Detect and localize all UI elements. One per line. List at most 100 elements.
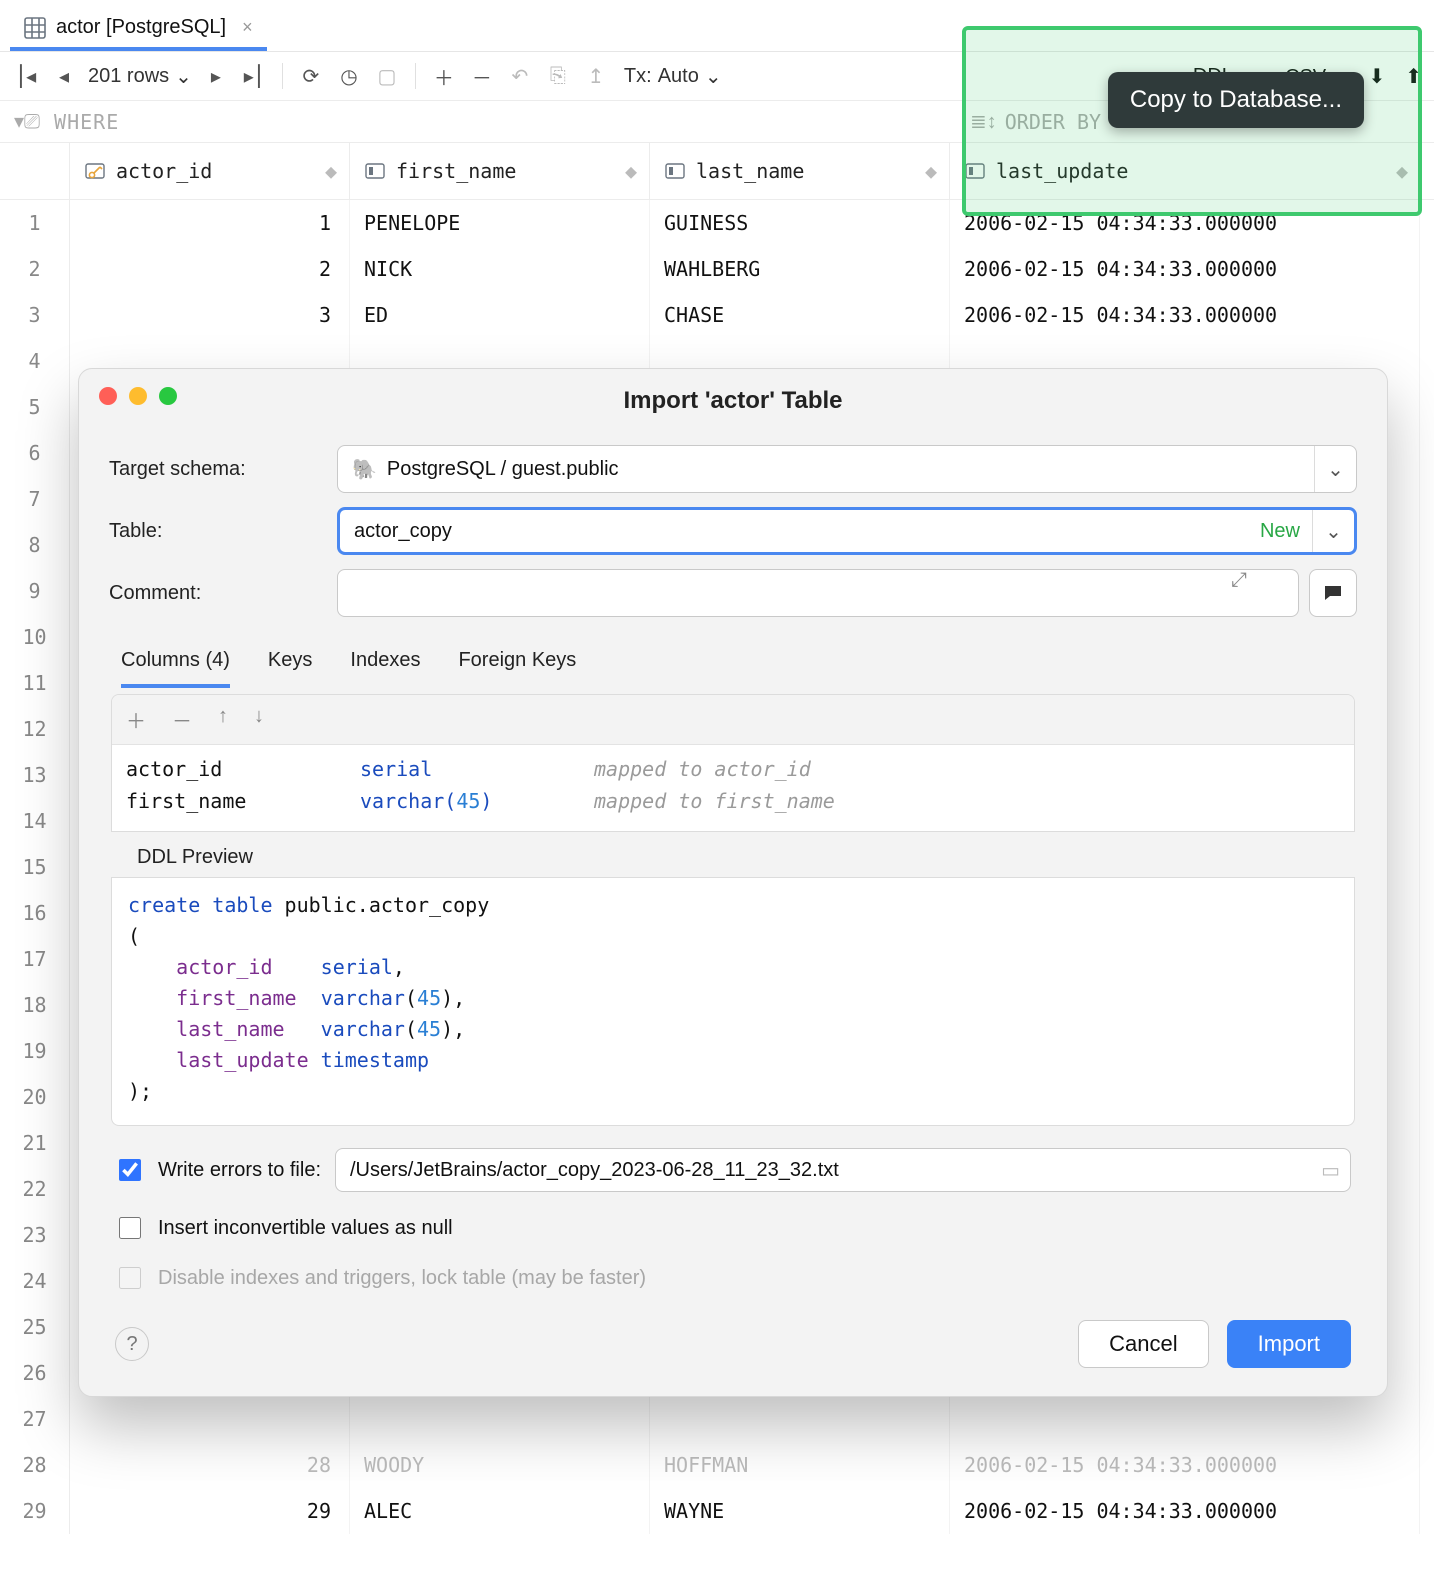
- cell-last-name[interactable]: WAHLBERG: [650, 246, 950, 292]
- tab-foreign-keys[interactable]: Foreign Keys: [458, 649, 576, 688]
- move-down-icon[interactable]: ↓: [254, 705, 264, 734]
- ddl-preview[interactable]: create table public.actor_copy( actor_id…: [111, 877, 1355, 1126]
- row-gutter[interactable]: 11: [0, 660, 70, 706]
- table-name-input[interactable]: actor_copy New ⌄: [337, 507, 1357, 555]
- next-page-icon[interactable]: ▸: [202, 62, 230, 90]
- table-row[interactable]: 2 2 NICK WAHLBERG 2006-02-15 04:34:33.00…: [0, 246, 1434, 292]
- column-header-actor-id[interactable]: actor_id ◆: [70, 143, 350, 199]
- row-gutter[interactable]: 4: [0, 338, 70, 384]
- insert-null-checkbox[interactable]: [119, 1217, 141, 1239]
- row-gutter[interactable]: 27: [0, 1396, 70, 1442]
- first-page-icon[interactable]: ⎮◂: [12, 62, 40, 90]
- tab-keys[interactable]: Keys: [268, 649, 312, 688]
- history-icon[interactable]: ◷: [335, 62, 363, 90]
- submit-icon[interactable]: ↥: [582, 62, 610, 90]
- row-gutter[interactable]: 29: [0, 1488, 70, 1534]
- table-row[interactable]: 28 28 WOODY HOFFMAN 2006-02-15 04:34:33.…: [0, 1442, 1434, 1488]
- remove-row-icon[interactable]: －: [468, 62, 496, 90]
- row-gutter[interactable]: 9: [0, 568, 70, 614]
- cell-last-name[interactable]: WAYNE: [650, 1488, 950, 1534]
- chevron-down-icon[interactable]: ⌄: [1312, 510, 1354, 552]
- row-gutter[interactable]: 25: [0, 1304, 70, 1350]
- column-header-last-update[interactable]: last_update ◆: [950, 143, 1420, 199]
- order-by-input[interactable]: ≣↕ORDER BY: [970, 109, 1101, 134]
- row-gutter[interactable]: 23: [0, 1212, 70, 1258]
- row-gutter[interactable]: 26: [0, 1350, 70, 1396]
- row-gutter[interactable]: 12: [0, 706, 70, 752]
- add-row-icon[interactable]: ＋: [430, 62, 458, 90]
- cell-first-name[interactable]: ED: [350, 292, 650, 338]
- tx-mode[interactable]: Auto: [658, 65, 699, 88]
- expand-icon[interactable]: ⤢: [1231, 569, 1247, 592]
- chevron-down-icon[interactable]: ⌄: [1314, 446, 1356, 492]
- target-schema-combo[interactable]: 🐘PostgreSQL / guest.public ⌄: [337, 445, 1357, 493]
- row-gutter[interactable]: 19: [0, 1028, 70, 1074]
- row-gutter[interactable]: 24: [0, 1258, 70, 1304]
- column-def-row[interactable]: actor_idserialmapped to actor_id: [126, 753, 1340, 785]
- add-column-icon[interactable]: ＋: [126, 705, 146, 734]
- cell-last-update[interactable]: 2006-02-15 04:34:33.000000: [950, 1488, 1420, 1534]
- cell-first-name[interactable]: NICK: [350, 246, 650, 292]
- row-gutter[interactable]: 13: [0, 752, 70, 798]
- prev-page-icon[interactable]: ◂: [50, 62, 78, 90]
- window-close-icon[interactable]: [99, 387, 117, 405]
- row-gutter[interactable]: 15: [0, 844, 70, 890]
- upload-icon[interactable]: ⬆: [1405, 64, 1422, 89]
- cell-actor-id[interactable]: 29: [70, 1488, 350, 1534]
- import-button[interactable]: Import: [1227, 1320, 1351, 1368]
- row-gutter[interactable]: 2: [0, 246, 70, 292]
- row-gutter[interactable]: 16: [0, 890, 70, 936]
- row-gutter[interactable]: 8: [0, 522, 70, 568]
- filter-icon[interactable]: ▾⎚: [14, 109, 40, 134]
- cell-actor-id[interactable]: 28: [70, 1442, 350, 1488]
- editor-tab-actor[interactable]: actor [PostgreSQL] ×: [10, 8, 267, 51]
- cell-actor-id[interactable]: 3: [70, 292, 350, 338]
- help-button[interactable]: ?: [115, 1327, 149, 1361]
- rows-count[interactable]: 201 rows: [88, 65, 169, 88]
- write-errors-path-input[interactable]: /Users/JetBrains/actor_copy_2023-06-28_1…: [335, 1148, 1351, 1192]
- row-gutter[interactable]: 10: [0, 614, 70, 660]
- cell-actor-id[interactable]: 1: [70, 200, 350, 246]
- row-gutter[interactable]: 7: [0, 476, 70, 522]
- comment-popup-button[interactable]: [1309, 569, 1357, 617]
- row-gutter[interactable]: 28: [0, 1442, 70, 1488]
- folder-icon[interactable]: ▭: [1321, 1158, 1340, 1183]
- last-page-icon[interactable]: ▸⎮: [240, 62, 268, 90]
- cell-last-name[interactable]: CHASE: [650, 292, 950, 338]
- table-row[interactable]: 29 29 ALEC WAYNE 2006-02-15 04:34:33.000…: [0, 1488, 1434, 1534]
- tab-indexes[interactable]: Indexes: [350, 649, 420, 688]
- table-row[interactable]: 1 1 PENELOPE GUINESS 2006-02-15 04:34:33…: [0, 200, 1434, 246]
- move-up-icon[interactable]: ↑: [218, 705, 228, 734]
- refresh-icon[interactable]: ⟳: [297, 62, 325, 90]
- row-gutter[interactable]: 22: [0, 1166, 70, 1212]
- cell-last-update[interactable]: 2006-02-15 04:34:33.000000: [950, 1442, 1420, 1488]
- table-row[interactable]: 3 3 ED CHASE 2006-02-15 04:34:33.000000: [0, 292, 1434, 338]
- stop-icon[interactable]: ▢: [373, 62, 401, 90]
- window-zoom-icon[interactable]: [159, 387, 177, 405]
- row-gutter[interactable]: 21: [0, 1120, 70, 1166]
- cell-last-name[interactable]: HOFFMAN: [650, 1442, 950, 1488]
- cell-first-name[interactable]: PENELOPE: [350, 200, 650, 246]
- row-gutter[interactable]: 20: [0, 1074, 70, 1120]
- row-gutter[interactable]: 6: [0, 430, 70, 476]
- write-errors-checkbox[interactable]: [119, 1159, 141, 1181]
- sort-indicator-icon[interactable]: ◆: [1396, 159, 1408, 183]
- sort-indicator-icon[interactable]: ◆: [925, 159, 937, 183]
- sort-indicator-icon[interactable]: ◆: [625, 159, 637, 183]
- cell-first-name[interactable]: ALEC: [350, 1488, 650, 1534]
- tab-columns[interactable]: Columns (4): [121, 649, 230, 688]
- row-gutter[interactable]: 14: [0, 798, 70, 844]
- close-tab-icon[interactable]: ×: [236, 17, 253, 38]
- row-gutter[interactable]: 17: [0, 936, 70, 982]
- window-minimize-icon[interactable]: [129, 387, 147, 405]
- cell-last-update[interactable]: 2006-02-15 04:34:33.000000: [950, 200, 1420, 246]
- column-def-row[interactable]: first_namevarchar(45)mapped to first_nam…: [126, 785, 1340, 817]
- row-gutter[interactable]: 18: [0, 982, 70, 1028]
- row-gutter[interactable]: 1: [0, 200, 70, 246]
- cell-last-update[interactable]: 2006-02-15 04:34:33.000000: [950, 292, 1420, 338]
- where-clause-input[interactable]: WHERE: [54, 110, 119, 134]
- remove-column-icon[interactable]: －: [172, 705, 192, 734]
- row-gutter[interactable]: 5: [0, 384, 70, 430]
- column-header-first-name[interactable]: first_name ◆: [350, 143, 650, 199]
- cell-last-update[interactable]: 2006-02-15 04:34:33.000000: [950, 246, 1420, 292]
